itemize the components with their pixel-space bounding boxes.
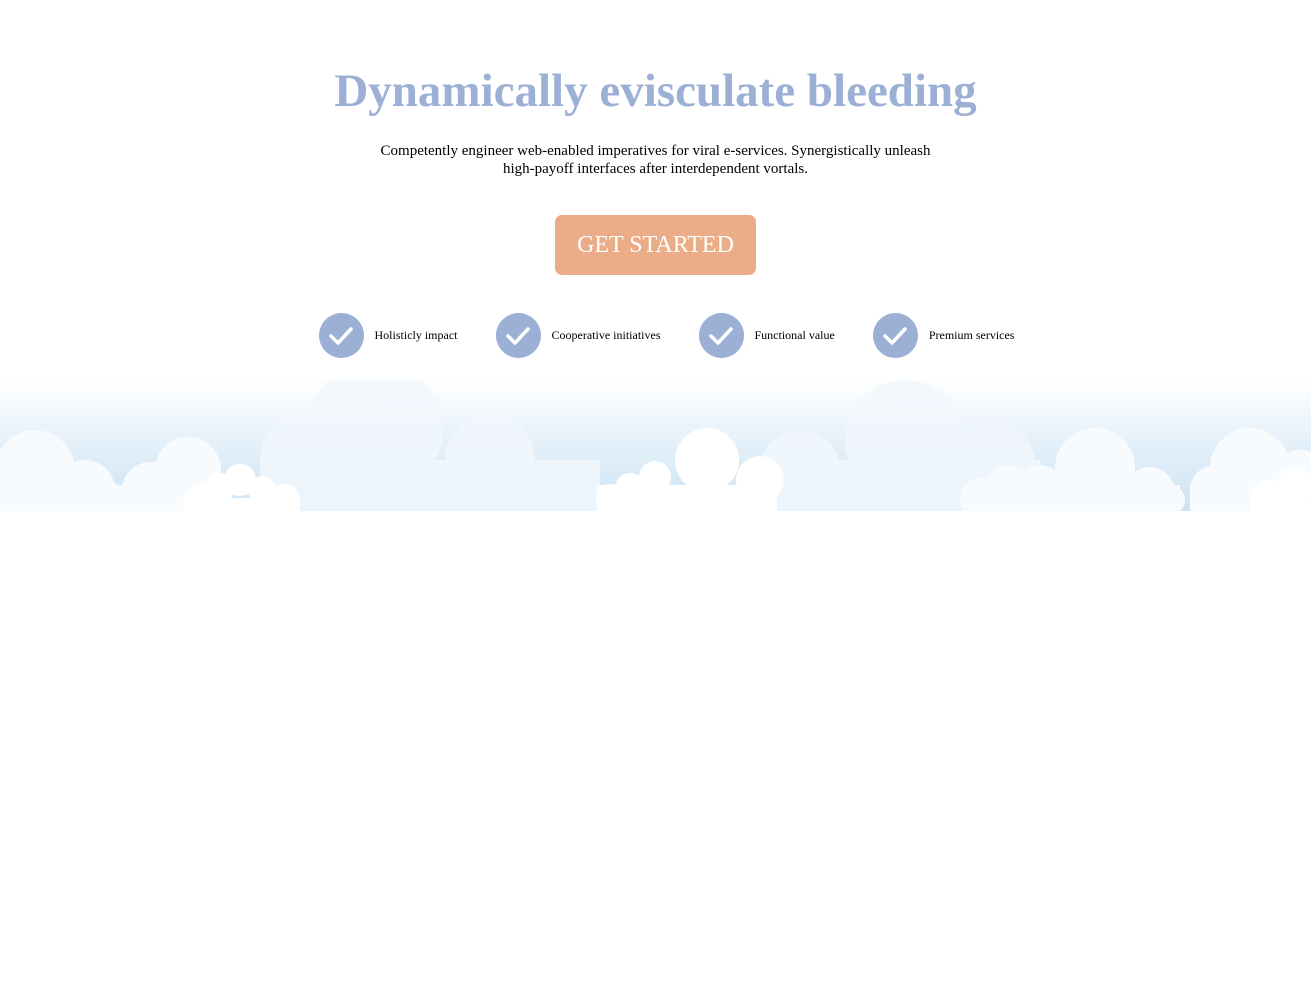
feature-label: Cooperative initiatives bbox=[551, 328, 661, 342]
hero-content: Dynamically evisculate bleeding Competen… bbox=[0, 0, 1311, 358]
feature-item: Holisticly impact bbox=[318, 313, 458, 358]
get-started-button[interactable]: GET STARTED bbox=[555, 215, 756, 275]
hero-section: Dynamically evisculate bleeding Competen… bbox=[0, 0, 1311, 511]
hero-subtitle: Competently engineer web-enabled imperat… bbox=[380, 143, 931, 177]
clouds-background bbox=[0, 380, 1311, 511]
hero-title: Dynamically evisculate bleeding bbox=[334, 65, 977, 117]
feature-label: Holisticly impact bbox=[374, 328, 458, 342]
check-icon bbox=[872, 313, 918, 358]
feature-list: Holisticly impact Cooperative initiative… bbox=[22, 313, 1311, 358]
feature-label: Premium services bbox=[928, 328, 1015, 342]
check-icon bbox=[495, 313, 541, 358]
feature-item: Premium services bbox=[872, 313, 1015, 358]
check-icon bbox=[698, 313, 744, 358]
feature-item: Functional value bbox=[698, 313, 835, 358]
check-icon bbox=[318, 313, 364, 358]
feature-label: Functional value bbox=[754, 328, 835, 342]
feature-item: Cooperative initiatives bbox=[495, 313, 661, 358]
